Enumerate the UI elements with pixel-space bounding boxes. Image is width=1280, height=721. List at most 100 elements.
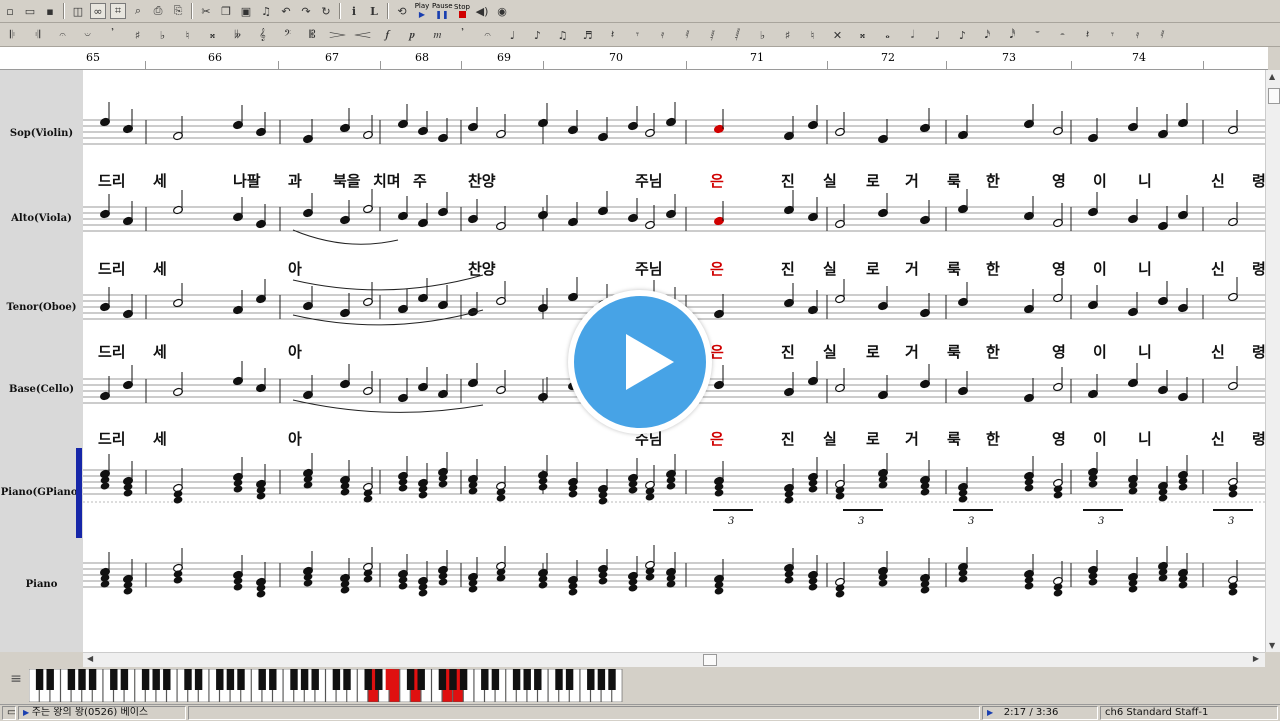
black-key[interactable]: [512, 669, 521, 690]
black-key[interactable]: [417, 669, 425, 690]
speaker-icon[interactable]: ◀): [474, 3, 490, 19]
palette-glyph-icon[interactable]: 𝆐: [427, 27, 448, 43]
info-icon[interactable]: i: [346, 3, 362, 19]
black-key[interactable]: [565, 669, 574, 690]
zoom-icon[interactable]: ⌕: [130, 3, 146, 19]
black-key[interactable]: [184, 669, 192, 690]
keyboard-menu-icon[interactable]: ≡: [6, 671, 26, 699]
palette-glyph-icon[interactable]: 𝄇: [27, 27, 48, 43]
palette-glyph-icon[interactable]: 𝅗𝅥: [902, 27, 923, 43]
paste-icon[interactable]: ▣: [238, 3, 254, 19]
palette-glyph-icon[interactable]: ✕: [827, 27, 848, 43]
black-key[interactable]: [67, 669, 76, 690]
black-key[interactable]: [491, 669, 500, 690]
black-key[interactable]: [258, 669, 266, 690]
copy-view-icon[interactable]: ◫: [70, 3, 86, 19]
black-key[interactable]: [608, 669, 616, 690]
black-key[interactable]: [88, 669, 97, 690]
palette-glyph-icon[interactable]: 𝄪: [202, 27, 223, 43]
palette-glyph-icon[interactable]: 𝆒: [352, 27, 373, 43]
black-key[interactable]: [120, 669, 129, 690]
scroll-left-icon[interactable]: ◀: [87, 654, 93, 663]
palette-glyph-icon[interactable]: 𝄞: [252, 27, 273, 43]
palette-glyph-icon[interactable]: 𝄽: [1077, 27, 1098, 43]
glasses-icon[interactable]: ∞: [90, 3, 106, 19]
instrument-name[interactable]: Base(Cello): [0, 384, 83, 395]
black-key[interactable]: [587, 669, 595, 690]
palette-glyph-icon[interactable]: 𝅘𝅥𝅯: [977, 27, 998, 43]
black-key[interactable]: [141, 669, 150, 690]
palette-glyph-icon[interactable]: 𝅀: [1152, 27, 1173, 43]
palette-glyph-icon[interactable]: 𝄫: [227, 27, 248, 43]
palette-glyph-icon[interactable]: ♮: [802, 27, 823, 43]
black-key[interactable]: [300, 669, 309, 690]
palette-glyph-icon[interactable]: ♭: [152, 27, 173, 43]
palette-glyph-icon[interactable]: 𝄼: [1052, 27, 1073, 43]
instrument-name[interactable]: Alto(Viola): [0, 213, 83, 224]
black-key[interactable]: [481, 669, 489, 690]
black-key[interactable]: [237, 669, 245, 690]
palette-glyph-icon[interactable]: ♮: [177, 27, 198, 43]
black-key[interactable]: [534, 669, 542, 690]
open-icon[interactable]: ▭: [22, 3, 38, 19]
transpose-icon[interactable]: ♫: [258, 3, 274, 19]
palette-glyph-icon[interactable]: 𝄿: [1127, 27, 1148, 43]
instrument-name[interactable]: Piano(GPiano): [0, 487, 83, 498]
palette-glyph-icon[interactable]: ♪: [952, 27, 973, 43]
palette-glyph-icon[interactable]: ♭: [752, 27, 773, 43]
instrument-name[interactable]: Tenor(Oboe): [0, 302, 83, 313]
scroll-thumb[interactable]: [1268, 88, 1280, 104]
black-key[interactable]: [332, 669, 341, 690]
black-key[interactable]: [269, 669, 277, 690]
palette-glyph-icon[interactable]: ♪: [527, 27, 548, 43]
palette-glyph-icon[interactable]: ♯: [777, 27, 798, 43]
palette-glyph-icon[interactable]: 𝄽: [602, 27, 623, 43]
black-key[interactable]: [35, 669, 44, 690]
print-preview-icon[interactable]: ⎘: [170, 3, 186, 19]
piano-keyboard[interactable]: [29, 669, 627, 702]
black-key[interactable]: [343, 669, 351, 690]
black-key[interactable]: [438, 669, 447, 690]
redo-icon[interactable]: ↷: [298, 3, 314, 19]
black-key[interactable]: [194, 669, 203, 690]
palette-glyph-icon[interactable]: 𝄿: [652, 27, 673, 43]
black-key[interactable]: [597, 669, 606, 690]
black-key[interactable]: [78, 669, 86, 690]
black-key[interactable]: [290, 669, 298, 690]
palette-glyph-icon[interactable]: 𝄆: [2, 27, 23, 43]
palette-glyph-icon[interactable]: ♩: [502, 27, 523, 43]
palette-glyph-icon[interactable]: 𝅝: [877, 27, 898, 43]
undo-icon[interactable]: ↶: [278, 3, 294, 19]
copy-icon[interactable]: ❐: [218, 3, 234, 19]
black-key[interactable]: [459, 669, 468, 690]
hscroll-thumb[interactable]: [703, 654, 717, 666]
video-play-button[interactable]: [568, 290, 712, 434]
palette-glyph-icon[interactable]: 𝅘𝅥𝅰: [1002, 27, 1023, 43]
black-key[interactable]: [46, 669, 54, 690]
repeat-icon[interactable]: ↻: [318, 3, 334, 19]
palette-glyph-icon[interactable]: 𝅁: [702, 27, 723, 43]
palette-glyph-icon[interactable]: 𝄾: [627, 27, 648, 43]
palette-glyph-icon[interactable]: 𝄑: [77, 27, 98, 43]
lyrics-icon[interactable]: L: [366, 3, 382, 19]
black-key[interactable]: [311, 669, 319, 690]
palette-glyph-icon[interactable]: 𝅀: [677, 27, 698, 43]
black-key[interactable]: [385, 669, 394, 690]
play-button[interactable]: Play ▶: [412, 3, 432, 20]
black-key[interactable]: [364, 669, 372, 690]
scroll-right-icon[interactable]: ▶: [1253, 654, 1259, 663]
palette-glyph-icon[interactable]: 𝄻: [1027, 27, 1048, 43]
select-icon[interactable]: ⌗: [110, 3, 126, 19]
palette-glyph-icon[interactable]: ♯: [127, 27, 148, 43]
record-icon[interactable]: ⟲: [394, 3, 410, 19]
palette-glyph-icon[interactable]: 𝄢: [277, 27, 298, 43]
scroll-down-icon[interactable]: ▼: [1269, 641, 1275, 650]
black-key[interactable]: [216, 669, 224, 690]
instrument-name[interactable]: Sop(Violin): [0, 128, 83, 139]
black-key[interactable]: [375, 669, 383, 690]
palette-glyph-icon[interactable]: 𝆓: [327, 27, 348, 43]
black-key[interactable]: [523, 669, 531, 690]
new-icon[interactable]: ▫: [2, 3, 18, 19]
palette-glyph-icon[interactable]: 𝆑: [377, 27, 398, 43]
palette-glyph-icon[interactable]: ♬: [577, 27, 598, 43]
